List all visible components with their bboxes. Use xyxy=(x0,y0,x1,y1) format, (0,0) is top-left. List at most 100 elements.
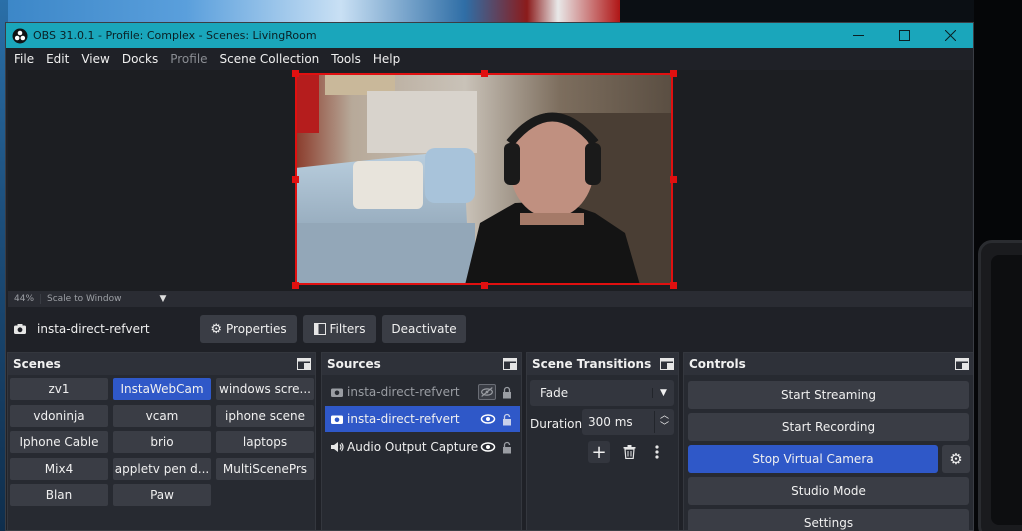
scene-item[interactable]: Iphone Cable xyxy=(10,431,108,453)
scene-item[interactable]: Mix4 xyxy=(10,458,108,480)
resize-handle-tc[interactable] xyxy=(481,70,488,77)
start-recording-button[interactable]: Start Recording xyxy=(688,413,969,441)
selected-source-name: insta-direct-refvert xyxy=(37,322,150,336)
menu-bar: File Edit View Docks Profile Scene Colle… xyxy=(6,48,973,70)
controls-dock: Controls Start Streaming Start Recording… xyxy=(683,352,973,530)
maximize-button[interactable] xyxy=(881,23,927,48)
resize-handle-tr[interactable] xyxy=(670,70,677,77)
duration-field[interactable]: 300 ms ︿ ﹀ xyxy=(582,409,674,435)
undock-icon[interactable] xyxy=(660,358,674,370)
camera-icon xyxy=(331,388,343,397)
scene-item[interactable]: brio xyxy=(113,431,211,453)
eye-hidden-icon[interactable] xyxy=(478,384,496,400)
settings-button[interactable]: Settings xyxy=(688,509,969,530)
transition-menu-button[interactable] xyxy=(649,441,665,463)
minimize-button[interactable] xyxy=(835,23,881,48)
lock-icon[interactable] xyxy=(502,441,512,454)
scene-item[interactable]: zv1 xyxy=(10,378,108,400)
menu-profile[interactable]: Profile xyxy=(164,52,213,66)
source-name: insta-direct-refvert xyxy=(347,412,460,426)
transitions-dock-header: Scene Transitions xyxy=(527,353,678,375)
close-button[interactable] xyxy=(927,23,973,48)
close-icon xyxy=(944,30,956,41)
scene-item[interactable]: vdoninja xyxy=(10,405,108,427)
transitions-dock-title: Scene Transitions xyxy=(532,357,652,371)
resize-handle-bl[interactable] xyxy=(292,282,299,289)
scene-item[interactable]: Blan xyxy=(10,484,108,506)
scene-item[interactable]: vcam xyxy=(113,405,211,427)
gear-icon: ⚙ xyxy=(210,321,222,337)
window-title: OBS 31.0.1 - Profile: Complex - Scenes: … xyxy=(33,29,317,42)
scene-item[interactable]: appletv pen d... xyxy=(113,458,211,480)
filters-button[interactable]: Filters xyxy=(303,315,376,343)
eye-icon[interactable] xyxy=(480,441,496,453)
minimize-icon xyxy=(852,35,864,36)
sources-dock-header: Sources xyxy=(322,353,521,375)
menu-scene-collection[interactable]: Scene Collection xyxy=(214,52,326,66)
properties-label: Properties xyxy=(226,322,287,336)
undock-icon[interactable] xyxy=(955,358,969,370)
obs-window: OBS 31.0.1 - Profile: Complex - Scenes: … xyxy=(5,22,974,531)
scenes-dock-title: Scenes xyxy=(13,357,61,371)
sources-dock-title: Sources xyxy=(327,357,381,371)
controls-dock-header: Controls xyxy=(684,353,973,375)
duration-value: 300 ms xyxy=(588,415,633,429)
scene-item[interactable]: MultiScenePrs xyxy=(216,458,314,480)
source-item[interactable]: insta-direct-refvert xyxy=(325,406,520,432)
resize-handle-bc[interactable] xyxy=(481,282,488,289)
stop-virtual-camera-button[interactable]: Stop Virtual Camera xyxy=(688,445,938,473)
chevron-down-icon[interactable]: ▼ xyxy=(151,294,175,304)
scene-transitions-dock: Scene Transitions Fade ▼ Duration 300 ms… xyxy=(526,352,679,530)
studio-mode-button[interactable]: Studio Mode xyxy=(688,477,969,505)
menu-file[interactable]: File xyxy=(8,52,40,66)
scenes-dock-header: Scenes xyxy=(8,353,315,375)
selection-outline[interactable] xyxy=(295,73,673,285)
lock-icon[interactable] xyxy=(502,413,512,426)
controls-dock-title: Controls xyxy=(689,357,746,371)
scale-mode-select[interactable]: Scale to Window xyxy=(41,294,151,304)
resize-handle-mr[interactable] xyxy=(670,176,677,183)
scene-item[interactable]: iphone scene xyxy=(216,405,314,427)
zoom-level: 44% xyxy=(8,294,41,304)
duration-stepper[interactable]: ︿ ﹀ xyxy=(654,411,674,433)
duration-label: Duration xyxy=(530,417,583,431)
chevron-down-icon: ▼ xyxy=(652,388,674,398)
filter-icon xyxy=(313,323,326,335)
transition-select[interactable]: Fade ▼ xyxy=(530,380,674,406)
undock-icon[interactable] xyxy=(297,358,311,370)
menu-help[interactable]: Help xyxy=(367,52,406,66)
source-item[interactable]: insta-direct-refvert xyxy=(325,379,520,405)
scene-item[interactable]: Paw xyxy=(113,484,211,506)
scene-item[interactable]: windows scre... xyxy=(216,378,314,400)
source-item[interactable]: Audio Output Capture xyxy=(325,434,520,460)
deactivate-button[interactable]: Deactivate xyxy=(382,315,466,343)
scenes-dock: Scenes zv1 InstaWebCam windows scre... v… xyxy=(7,352,316,530)
desktop-device-image xyxy=(978,240,1022,531)
sources-dock: Sources insta-direct-refvert insta-direc… xyxy=(321,352,522,530)
undock-icon[interactable] xyxy=(503,358,517,370)
virtual-camera-settings-button[interactable]: ⚙ xyxy=(942,445,970,473)
menu-view[interactable]: View xyxy=(75,52,115,66)
chevron-up-icon[interactable]: ︿ xyxy=(660,411,669,422)
properties-button[interactable]: ⚙ Properties xyxy=(200,315,297,343)
eye-icon[interactable] xyxy=(480,413,496,425)
menu-docks[interactable]: Docks xyxy=(116,52,164,66)
chevron-down-icon[interactable]: ﹀ xyxy=(660,422,669,433)
obs-logo-icon xyxy=(12,28,28,43)
resize-handle-tl[interactable] xyxy=(292,70,299,77)
resize-handle-br[interactable] xyxy=(670,282,677,289)
menu-edit[interactable]: Edit xyxy=(40,52,75,66)
lock-icon[interactable] xyxy=(502,386,512,399)
start-streaming-button[interactable]: Start Streaming xyxy=(688,381,969,409)
menu-tools[interactable]: Tools xyxy=(325,52,367,66)
trash-icon xyxy=(623,445,635,459)
remove-transition-button[interactable] xyxy=(618,441,640,463)
scene-item[interactable]: InstaWebCam xyxy=(113,378,211,400)
camera-icon xyxy=(331,415,343,424)
preview-area[interactable] xyxy=(8,70,972,294)
title-bar: OBS 31.0.1 - Profile: Complex - Scenes: … xyxy=(6,23,973,48)
add-transition-button[interactable]: + xyxy=(588,441,610,463)
scene-item[interactable]: laptops xyxy=(216,431,314,453)
camera-icon xyxy=(14,324,26,334)
resize-handle-ml[interactable] xyxy=(292,176,299,183)
